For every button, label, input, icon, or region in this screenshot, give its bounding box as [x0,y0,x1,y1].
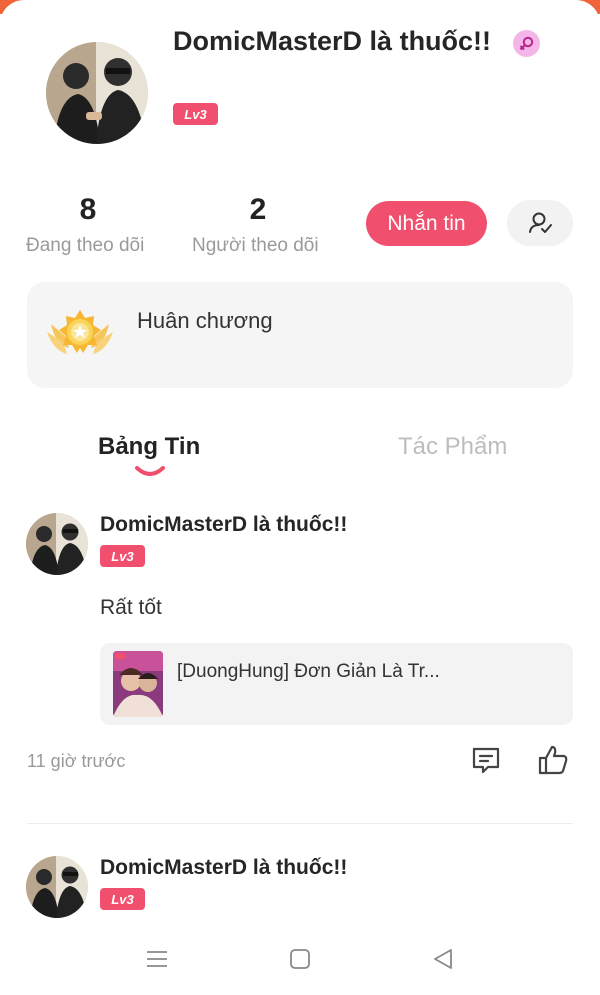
post-level-badge: Lv3 [100,888,145,910]
comment-button[interactable] [469,743,503,777]
post-author[interactable]: DomicMasterD là thuốc!! [100,856,347,880]
post-divider [27,823,573,824]
post-avatar-photo [26,513,88,575]
home-button[interactable] [280,939,320,979]
back-button[interactable] [423,939,463,979]
post-avatar[interactable] [26,513,88,575]
post-time: 11 giờ trước [27,751,126,771]
tab-tac-pham[interactable]: Tác Phẩm [398,433,507,461]
back-triangle-icon [434,949,452,969]
following-label[interactable]: Đang theo dõi [26,235,144,257]
like-button[interactable] [536,743,570,777]
avatar-photo [46,42,148,144]
medal-card[interactable]: Huân chương [27,282,573,388]
menu-button[interactable] [137,939,177,979]
female-icon [513,30,540,57]
followers-count[interactable]: 2 [230,193,286,227]
followers-label[interactable]: Người theo dõi [192,235,319,257]
shared-work-thumbnail [113,651,163,717]
square-home-icon [290,949,310,969]
post-text: Rất tốt [100,596,162,619]
tab-bang-tin[interactable]: Bảng Tin [98,433,200,461]
level-badge: Lv3 [173,103,218,125]
shared-work-title: [DuongHung] Đơn Giản Là Tr... [177,661,440,682]
medal-icon [47,310,113,354]
message-button[interactable]: Nhắn tin [366,201,487,246]
following-count[interactable]: 8 [60,193,116,227]
profile-name: DomicMasterD là thuốc!! [173,26,492,56]
shared-work-card[interactable]: [DuongHung] Đơn Giản Là Tr... [100,643,573,725]
comment-icon [472,747,500,774]
add-friend-button[interactable] [507,200,573,246]
system-nav-bar [0,930,600,995]
menu-icon [147,951,167,967]
post-avatar-photo [26,856,88,918]
add-friend-icon [529,212,552,233]
avatar[interactable] [46,42,148,144]
medal-label: Huân chương [137,308,273,333]
post-avatar[interactable] [26,856,88,918]
thumbs-up-icon [538,745,568,775]
tab-indicator [135,466,165,476]
post-author[interactable]: DomicMasterD là thuốc!! [100,513,347,537]
post-level-badge: Lv3 [100,545,145,567]
